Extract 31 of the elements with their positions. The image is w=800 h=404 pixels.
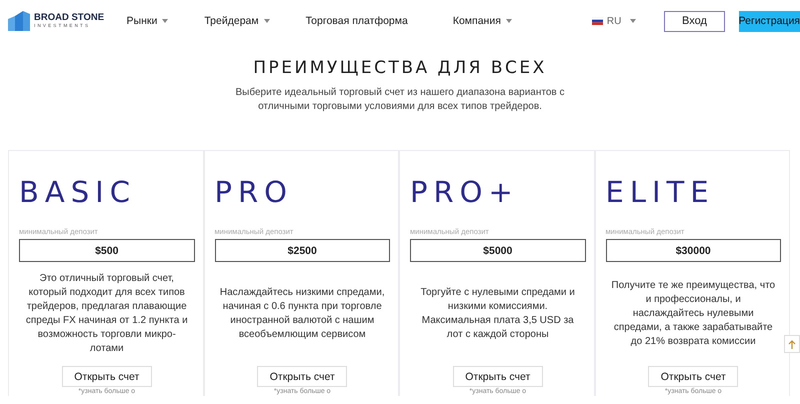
plan-name: PRO+ — [410, 175, 520, 209]
nav-item[interactable]: Рынки — [126, 15, 168, 27]
plan-description: Наслаждайтесь низкими спредами, начиная с 0.6 пункта при торговле иностранной валютой с нашим всеобъемлющим сервисом — [219, 286, 386, 342]
arrow-up-icon — [788, 340, 796, 348]
language-selector[interactable]: RU — [592, 16, 636, 26]
open-account-button[interactable]: Открыть счет — [648, 366, 738, 387]
plan-name: PRO — [214, 175, 294, 209]
nav-item[interactable]: Торговая платформа — [306, 15, 408, 27]
deposit-amount: $2500 — [214, 239, 390, 262]
plan-name: ELITE — [606, 175, 716, 209]
section-title: ПРЕИМУЩЕСТВА ДЛЯ ВСЕХ — [252, 58, 548, 78]
deposit-amount: $30000 — [606, 239, 781, 262]
deposit-amount: $5000 — [410, 239, 586, 262]
logo-name: BROAD STONE — [34, 13, 104, 23]
deposit-amount: $500 — [19, 239, 194, 262]
scroll-top-button[interactable] — [784, 335, 800, 353]
plan-name: BASIC — [19, 175, 137, 209]
register-button[interactable]: Регистрация — [738, 10, 800, 32]
section-subtitle: Выберите идеальный торговый счет из нашего диапазона вариантов с отличными торговыми условиями для всех типов трейдеров. — [234, 86, 566, 114]
nav-item[interactable]: Трейдерам — [204, 15, 270, 27]
open-account-button[interactable]: Открыть счет — [257, 366, 348, 387]
open-account-button[interactable]: Открыть счет — [62, 366, 152, 387]
open-account-button[interactable]: Открыть счет — [452, 366, 543, 387]
caret-icon — [630, 19, 636, 23]
login-button[interactable]: Вход — [664, 10, 725, 32]
plan-description: Торгуйте с нулевыми спредами и низкими комиссиями. Максимальная плата 3,5 USD за лот с каждой стороны — [420, 286, 576, 342]
logo-icon — [8, 11, 30, 31]
nav-item[interactable]: Компания — [452, 15, 512, 27]
plan-description: Это отличный торговый счет, который подходит для всех типов трейдеров, предлагая плавающие спреды FX начиная от 1.2 пункта и возможность торговли микро-лотами — [24, 272, 189, 356]
plan-description: Получите те же преимущества, что и профессионалы, и наслаждайтесь нулевыми спредами, а также зарабатывайте до 21% возврата комиссии — [610, 279, 776, 349]
flag-icon — [592, 17, 603, 25]
